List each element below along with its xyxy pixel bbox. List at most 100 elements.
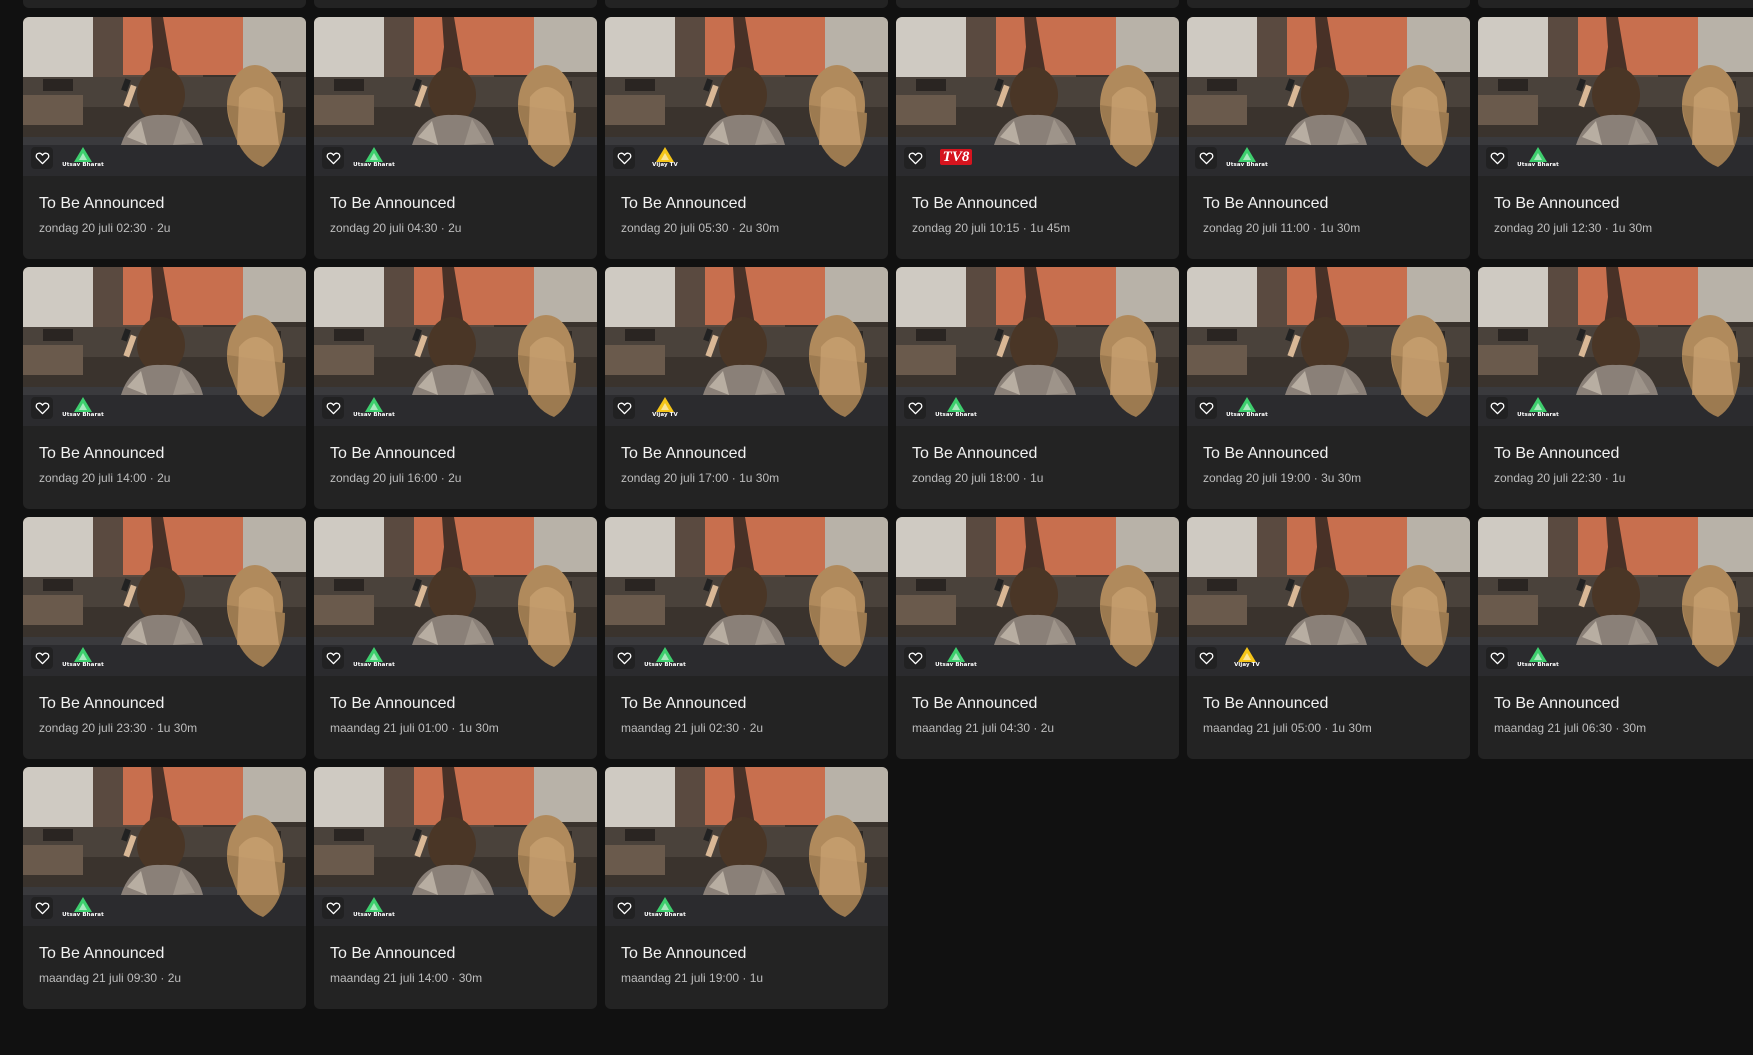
channel-logo-icon — [947, 647, 965, 662]
favorite-button[interactable] — [1486, 397, 1508, 419]
program-title: To Be Announced — [621, 695, 747, 712]
heart-outline-icon — [617, 652, 631, 665]
card-edge — [1478, 0, 1753, 8]
channel-logo-icon — [365, 647, 383, 662]
program-card-19[interactable]: Utsav Bharat To Be Announced maandag 21 … — [23, 767, 306, 1009]
program-thumbnail: Vijay TV — [605, 17, 888, 176]
program-card-8[interactable]: Utsav Bharat To Be Announced zondag 20 j… — [314, 267, 597, 509]
program-card-12[interactable]: Utsav Bharat To Be Announced zondag 20 j… — [1478, 267, 1753, 509]
channel-logo-icon — [1238, 647, 1256, 662]
program-title: To Be Announced — [1494, 195, 1620, 212]
favorite-button[interactable] — [1195, 647, 1217, 669]
program-card-4[interactable]: TV8 To Be Announced zondag 20 juli 10:15… — [896, 17, 1179, 259]
program-grid: Utsav Bharat To Be Announced zondag 20 j… — [23, 17, 1753, 1009]
program-title: To Be Announced — [1494, 695, 1620, 712]
channel-logo-icon — [947, 397, 965, 412]
program-thumbnail: Utsav Bharat — [1187, 17, 1470, 176]
program-info: To Be Announced zondag 20 juli 14:00 · 2… — [23, 426, 306, 486]
program-thumbnail: Utsav Bharat — [1478, 517, 1753, 676]
channel-logo-icon — [365, 397, 383, 412]
program-thumbnail: Utsav Bharat — [896, 517, 1179, 676]
channel-logo-icon — [365, 897, 383, 912]
program-card-10[interactable]: Utsav Bharat To Be Announced zondag 20 j… — [896, 267, 1179, 509]
favorite-button[interactable] — [1195, 397, 1217, 419]
favorite-button[interactable] — [613, 897, 635, 919]
program-card-2[interactable]: Utsav Bharat To Be Announced zondag 20 j… — [314, 17, 597, 259]
program-thumbnail: TV8 — [896, 17, 1179, 176]
channel-logo: Utsav Bharat — [353, 397, 395, 419]
heart-outline-icon — [326, 402, 340, 415]
program-title: To Be Announced — [39, 695, 165, 712]
channel-logo: Utsav Bharat — [62, 647, 104, 669]
channel-logo-text: Utsav Bharat — [353, 662, 395, 668]
previous-row-edge — [23, 0, 1753, 8]
card-edge — [1187, 0, 1470, 8]
channel-logo-icon — [74, 147, 92, 162]
program-schedule: maandag 21 juli 09:30 · 2u — [39, 971, 182, 985]
channel-logo: Utsav Bharat — [353, 647, 395, 669]
program-card-6[interactable]: Utsav Bharat To Be Announced zondag 20 j… — [1478, 17, 1753, 259]
favorite-button[interactable] — [1486, 647, 1508, 669]
program-card-21[interactable]: Utsav Bharat To Be Announced maandag 21 … — [605, 767, 888, 1009]
program-card-13[interactable]: Utsav Bharat To Be Announced zondag 20 j… — [23, 517, 306, 759]
program-title: To Be Announced — [621, 195, 747, 212]
program-title: To Be Announced — [912, 695, 1038, 712]
channel-logo-icon — [1238, 397, 1256, 412]
program-info: To Be Announced maandag 21 juli 02:30 · … — [605, 676, 888, 736]
channel-logo: Utsav Bharat — [1517, 397, 1559, 419]
channel-logo-icon — [74, 397, 92, 412]
channel-logo-text: Vijay TV — [1234, 662, 1260, 668]
program-card-20[interactable]: Utsav Bharat To Be Announced maandag 21 … — [314, 767, 597, 1009]
program-schedule: zondag 20 juli 11:00 · 1u 30m — [1203, 221, 1361, 235]
program-schedule: zondag 20 juli 19:00 · 3u 30m — [1203, 471, 1362, 485]
favorite-button[interactable] — [322, 397, 344, 419]
heart-outline-icon — [326, 902, 340, 915]
favorite-button[interactable] — [904, 397, 926, 419]
card-edge — [314, 0, 597, 8]
program-card-5[interactable]: Utsav Bharat To Be Announced zondag 20 j… — [1187, 17, 1470, 259]
program-card-11[interactable]: Utsav Bharat To Be Announced zondag 20 j… — [1187, 267, 1470, 509]
favorite-button[interactable] — [31, 397, 53, 419]
program-thumbnail: Utsav Bharat — [314, 17, 597, 176]
program-card-14[interactable]: Utsav Bharat To Be Announced maandag 21 … — [314, 517, 597, 759]
heart-outline-icon — [1490, 652, 1504, 665]
favorite-button[interactable] — [322, 647, 344, 669]
program-schedule: zondag 20 juli 02:30 · 2u — [39, 221, 171, 235]
program-title: To Be Announced — [39, 195, 165, 212]
program-info: To Be Announced maandag 21 juli 09:30 · … — [23, 926, 306, 986]
program-card-9[interactable]: Vijay TV To Be Announced zondag 20 juli … — [605, 267, 888, 509]
program-thumbnail: Utsav Bharat — [1187, 267, 1470, 426]
program-thumbnail: Utsav Bharat — [896, 267, 1179, 426]
program-info: To Be Announced zondag 20 juli 02:30 · 2… — [23, 176, 306, 236]
program-card-1[interactable]: Utsav Bharat To Be Announced zondag 20 j… — [23, 17, 306, 259]
program-card-18[interactable]: Utsav Bharat To Be Announced maandag 21 … — [1478, 517, 1753, 759]
program-card-17[interactable]: Vijay TV To Be Announced maandag 21 juli… — [1187, 517, 1470, 759]
heart-outline-icon — [326, 652, 340, 665]
program-card-15[interactable]: Utsav Bharat To Be Announced maandag 21 … — [605, 517, 888, 759]
channel-logo: Utsav Bharat — [1517, 647, 1559, 669]
program-card-3[interactable]: Vijay TV To Be Announced zondag 20 juli … — [605, 17, 888, 259]
favorite-button[interactable] — [904, 147, 926, 169]
program-card-7[interactable]: Utsav Bharat To Be Announced zondag 20 j… — [23, 267, 306, 509]
favorite-button[interactable] — [31, 647, 53, 669]
channel-logo: Vijay TV — [645, 397, 685, 419]
favorite-button[interactable] — [322, 897, 344, 919]
favorite-button[interactable] — [1195, 147, 1217, 169]
favorite-button[interactable] — [31, 897, 53, 919]
channel-logo: Utsav Bharat — [935, 647, 977, 669]
program-title: To Be Announced — [621, 445, 747, 462]
favorite-button[interactable] — [31, 147, 53, 169]
program-schedule: zondag 20 juli 22:30 · 1u — [1494, 471, 1626, 485]
favorite-button[interactable] — [613, 147, 635, 169]
favorite-button[interactable] — [1486, 147, 1508, 169]
program-thumbnail: Utsav Bharat — [1478, 17, 1753, 176]
program-title: To Be Announced — [330, 195, 456, 212]
program-card-16[interactable]: Utsav Bharat To Be Announced maandag 21 … — [896, 517, 1179, 759]
favorite-button[interactable] — [322, 147, 344, 169]
favorite-button[interactable] — [613, 647, 635, 669]
program-title: To Be Announced — [621, 945, 747, 962]
channel-logo-icon — [656, 647, 674, 662]
favorite-button[interactable] — [613, 397, 635, 419]
program-thumbnail: Utsav Bharat — [23, 767, 306, 926]
favorite-button[interactable] — [904, 647, 926, 669]
